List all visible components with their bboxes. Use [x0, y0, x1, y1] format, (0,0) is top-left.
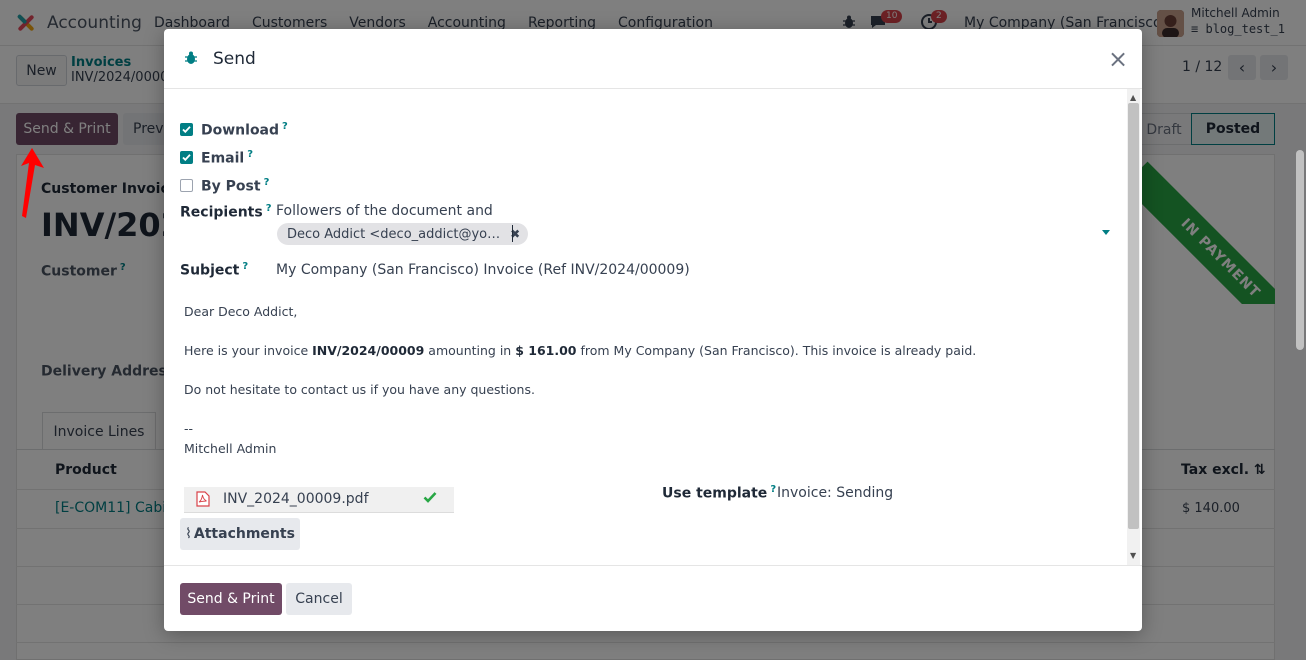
checkmark-icon	[182, 154, 191, 162]
attachment-item[interactable]: INV_2024_00009.pdf	[184, 487, 454, 513]
scroll-down-arrow-icon[interactable]: ▼	[1130, 551, 1136, 560]
body-signature-name: Mitchell Admin	[184, 440, 277, 456]
by-post-label: By Post?	[201, 177, 269, 195]
use-template-label-text: Use template	[662, 485, 768, 502]
check-icon	[423, 492, 437, 503]
recipient-tag[interactable]: Deco Addict <deco_addict@yo… ✖	[277, 223, 529, 245]
cancel-button[interactable]: Cancel	[286, 583, 352, 615]
dialog-scrollbar-thumb[interactable]	[1128, 103, 1139, 529]
email-option[interactable]: Email?	[180, 149, 253, 167]
help-icon[interactable]: ?	[282, 121, 288, 132]
download-option[interactable]: Download?	[180, 121, 288, 139]
body-greeting: Dear Deco Addict,	[184, 304, 298, 319]
scroll-up-arrow-icon[interactable]: ▲	[1130, 93, 1136, 102]
email-label-text: Email	[201, 150, 245, 167]
subject-label-text: Subject	[180, 262, 240, 279]
template-select[interactable]: Invoice: Sending	[777, 485, 893, 501]
use-template-label: Use template?	[662, 484, 776, 502]
subject-input[interactable]: My Company (San Francisco) Invoice (Ref …	[276, 262, 690, 278]
download-label-text: Download	[201, 122, 280, 139]
help-icon[interactable]: ?	[266, 203, 272, 214]
body-line-invoice: Here is your invoice INV/2024/00009 amou…	[184, 343, 977, 358]
page-scrollbar[interactable]	[1296, 150, 1304, 350]
help-icon[interactable]: ?	[242, 261, 248, 272]
attachment-name[interactable]: INV_2024_00009.pdf	[223, 491, 369, 507]
debug-bug-icon	[185, 51, 197, 64]
by-post-label-text: By Post	[201, 178, 261, 195]
subject-label: Subject?	[180, 261, 248, 279]
checkmark-icon	[182, 126, 191, 134]
close-icon[interactable]: ×	[1108, 47, 1128, 71]
body-amount: $ 161.00	[515, 343, 577, 358]
annotation-arrow-icon	[21, 148, 44, 218]
body-signature-separator: --	[184, 421, 194, 436]
paperclip-icon: ⌇	[185, 526, 192, 542]
recipient-tag-label: Deco Addict <deco_addict@yo…	[287, 226, 501, 242]
help-icon[interactable]: ?	[770, 484, 776, 495]
email-body-editor[interactable]: Dear Deco Addict, Here is your invoice I…	[184, 302, 976, 458]
attachments-button[interactable]: ⌇ Attachments	[180, 518, 300, 550]
download-checkbox[interactable]	[180, 123, 193, 137]
by-post-checkbox[interactable]	[180, 179, 193, 193]
pdf-file-icon	[196, 491, 210, 507]
recipients-label: Recipients?	[180, 203, 272, 221]
email-label: Email?	[201, 149, 253, 167]
dropdown-caret-icon[interactable]	[1102, 230, 1110, 235]
download-label: Download?	[201, 121, 288, 139]
help-icon[interactable]: ?	[247, 149, 253, 160]
dialog-title: Send	[213, 49, 256, 69]
recipients-label-text: Recipients	[180, 204, 263, 221]
dialog-body: Download? Email? By Post? Recipients? Fo…	[164, 89, 1142, 565]
send-print-button[interactable]: Send & Print	[180, 583, 282, 615]
by-post-option[interactable]: By Post?	[180, 177, 269, 195]
recipients-input[interactable]	[512, 225, 513, 242]
attachments-button-label: Attachments	[193, 526, 295, 542]
dialog-header: Send ×	[164, 29, 1142, 89]
recipients-followers-text: Followers of the document and	[276, 203, 493, 219]
dialog-footer: Send & Print Cancel	[164, 565, 1142, 631]
body-line-contact: Do not hesitate to contact us if you hav…	[184, 382, 535, 397]
body-invoice-number: INV/2024/00009	[312, 343, 425, 358]
send-dialog: Send × Download? Email? By Post? Recipie…	[164, 29, 1142, 631]
email-checkbox[interactable]	[180, 151, 193, 165]
help-icon[interactable]: ?	[264, 177, 270, 188]
